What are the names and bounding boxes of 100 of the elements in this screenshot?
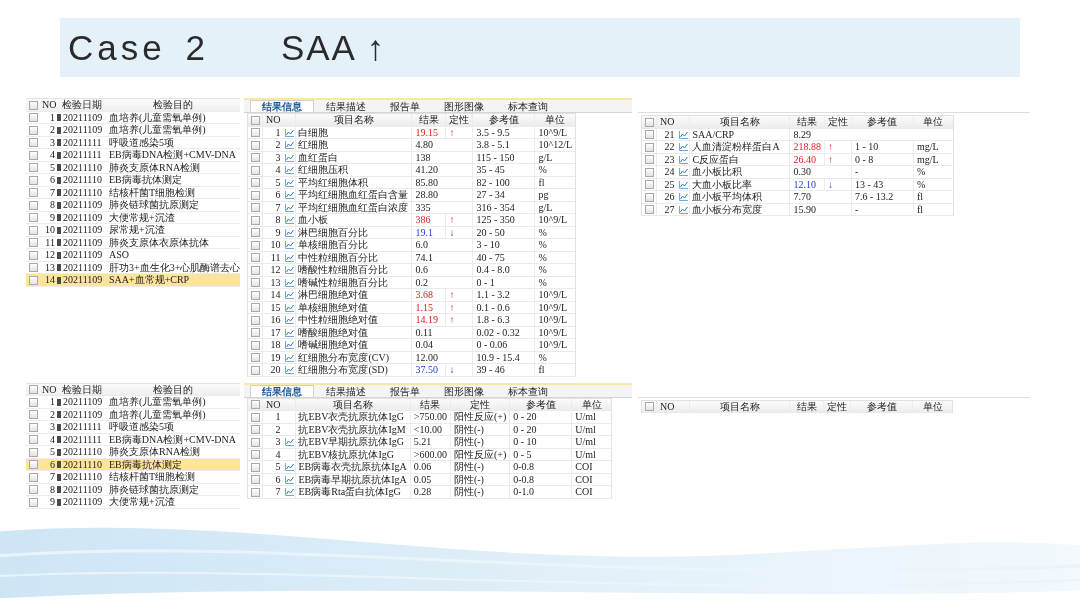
checkbox[interactable] bbox=[644, 402, 654, 411]
checkbox[interactable] bbox=[250, 425, 260, 434]
line-chart-icon[interactable] bbox=[284, 438, 294, 446]
checkbox[interactable] bbox=[29, 472, 38, 482]
checkbox[interactable] bbox=[250, 365, 260, 375]
line-chart-icon[interactable] bbox=[284, 228, 294, 237]
list-item[interactable]: 9 20211109 大便常规+沉渣 bbox=[26, 496, 240, 509]
line-chart-icon[interactable] bbox=[678, 205, 688, 214]
line-chart-icon[interactable] bbox=[284, 141, 294, 149]
checkbox[interactable] bbox=[250, 278, 260, 287]
line-chart-icon[interactable] bbox=[284, 191, 294, 199]
checkbox[interactable] bbox=[250, 228, 260, 237]
checkbox[interactable] bbox=[644, 155, 654, 164]
list-item[interactable]: 8 20211109 肺炎链球菌抗原测定 bbox=[26, 199, 240, 212]
checkbox[interactable] bbox=[29, 397, 38, 407]
checkbox[interactable] bbox=[250, 340, 260, 350]
list-item[interactable]: 11 20211109 肺炎支原体衣原体抗体 bbox=[26, 236, 240, 249]
checkbox[interactable] bbox=[29, 435, 38, 444]
list-item[interactable]: 6 20211110 EB病毒抗体测定 bbox=[26, 174, 240, 187]
checkbox[interactable] bbox=[250, 265, 260, 275]
checkbox[interactable] bbox=[250, 190, 260, 200]
tab[interactable]: 结果描述 bbox=[314, 384, 378, 397]
checkbox[interactable] bbox=[29, 275, 38, 285]
list-item[interactable]: 7 20211110 结核杆菌T细胞检测 bbox=[26, 471, 240, 484]
line-chart-icon[interactable] bbox=[284, 203, 294, 212]
checkbox[interactable] bbox=[29, 125, 38, 135]
checkbox[interactable] bbox=[644, 180, 654, 189]
list-item[interactable]: 5 20211110 肺炎支原体RNA检测 bbox=[26, 161, 240, 174]
checkbox[interactable] bbox=[644, 117, 654, 127]
checkbox[interactable] bbox=[29, 263, 38, 272]
line-chart-icon[interactable] bbox=[284, 278, 294, 287]
line-chart-icon[interactable] bbox=[284, 341, 294, 349]
tab[interactable]: 结果信息 bbox=[250, 384, 314, 397]
list-item[interactable]: 9 20211109 大便常规+沉渣 bbox=[26, 211, 240, 224]
list-item[interactable]: 3 20211111 呼吸道感染5项 bbox=[26, 136, 240, 149]
checkbox[interactable] bbox=[250, 203, 260, 212]
checkbox[interactable] bbox=[250, 315, 260, 325]
line-chart-icon[interactable] bbox=[284, 266, 294, 274]
checkbox[interactable] bbox=[250, 475, 260, 484]
checkbox[interactable] bbox=[29, 150, 38, 160]
checkbox[interactable] bbox=[29, 410, 38, 419]
list-item[interactable]: 10 20211109 尿常规+沉渣 bbox=[26, 224, 240, 237]
checkbox[interactable] bbox=[250, 412, 260, 422]
checkbox[interactable] bbox=[644, 205, 654, 214]
line-chart-icon[interactable] bbox=[678, 143, 688, 151]
list-item[interactable]: 4 20211111 EB病毒DNA检测+CMV-DNA bbox=[26, 433, 240, 446]
checkbox[interactable] bbox=[644, 192, 654, 202]
line-chart-icon[interactable] bbox=[678, 155, 688, 164]
checkbox[interactable] bbox=[29, 163, 38, 172]
checkbox[interactable] bbox=[250, 400, 260, 409]
checkbox[interactable] bbox=[250, 178, 260, 187]
checkbox[interactable] bbox=[644, 130, 654, 139]
checkbox[interactable] bbox=[250, 290, 260, 300]
checkbox[interactable] bbox=[250, 153, 260, 162]
line-chart-icon[interactable] bbox=[284, 475, 294, 484]
list-item[interactable]: 1 20211109 血培养(儿童需氧单例) bbox=[26, 111, 240, 124]
checkbox[interactable] bbox=[250, 462, 260, 472]
line-chart-icon[interactable] bbox=[284, 216, 294, 224]
checkbox[interactable] bbox=[250, 353, 260, 362]
line-chart-icon[interactable] bbox=[284, 166, 294, 174]
line-chart-icon[interactable] bbox=[284, 366, 294, 374]
checkbox[interactable] bbox=[29, 213, 38, 222]
checkbox[interactable] bbox=[250, 450, 260, 459]
line-chart-icon[interactable] bbox=[284, 353, 294, 362]
checkbox[interactable] bbox=[29, 485, 38, 494]
tab[interactable]: 报告单 bbox=[378, 384, 432, 397]
tab[interactable]: 报告单 bbox=[378, 100, 432, 112]
checkbox[interactable] bbox=[29, 422, 38, 432]
line-chart-icon[interactable] bbox=[678, 130, 688, 139]
checkbox[interactable] bbox=[29, 460, 38, 469]
checkbox[interactable] bbox=[29, 497, 38, 507]
list-item[interactable]: 12 20211109 ASO bbox=[26, 249, 240, 262]
checkbox[interactable] bbox=[250, 240, 260, 250]
checkbox[interactable] bbox=[250, 253, 260, 262]
tab[interactable]: 标本查询 bbox=[496, 100, 560, 112]
list-item[interactable]: 2 20211109 血培养(儿童需氧单例) bbox=[26, 408, 240, 421]
checkbox[interactable] bbox=[29, 100, 38, 110]
checkbox[interactable] bbox=[250, 328, 260, 337]
checkbox[interactable] bbox=[29, 175, 38, 185]
tab[interactable]: 结果描述 bbox=[314, 100, 378, 112]
line-chart-icon[interactable] bbox=[284, 303, 294, 312]
checkbox[interactable] bbox=[250, 140, 260, 150]
checkbox[interactable] bbox=[250, 115, 260, 125]
tab[interactable]: 结果信息 bbox=[250, 100, 314, 112]
checkbox[interactable] bbox=[644, 167, 654, 177]
checkbox[interactable] bbox=[250, 487, 260, 497]
checkbox[interactable] bbox=[29, 138, 38, 147]
checkbox[interactable] bbox=[250, 215, 260, 225]
checkbox[interactable] bbox=[250, 165, 260, 175]
checkbox[interactable] bbox=[29, 447, 38, 457]
line-chart-icon[interactable] bbox=[284, 328, 294, 337]
list-item[interactable]: 14 20211109 SAA+血常规+CRP bbox=[26, 274, 240, 287]
checkbox[interactable] bbox=[250, 437, 260, 447]
checkbox[interactable] bbox=[29, 188, 38, 197]
list-item[interactable]: 4 20211111 EB病毒DNA检测+CMV-DNA bbox=[26, 149, 240, 162]
list-item[interactable]: 1 20211109 血培养(儿童需氧单例) bbox=[26, 396, 240, 409]
checkbox[interactable] bbox=[29, 250, 38, 260]
checkbox[interactable] bbox=[250, 303, 260, 312]
list-item[interactable]: 2 20211109 血培养(儿童需氧单例) bbox=[26, 124, 240, 137]
checkbox[interactable] bbox=[250, 128, 260, 137]
